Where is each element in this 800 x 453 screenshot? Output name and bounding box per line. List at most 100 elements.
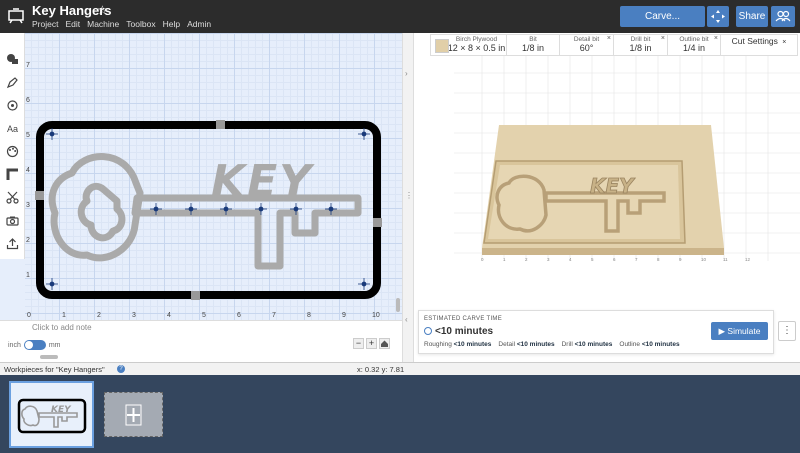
remove-detail-bit-icon[interactable]: × <box>607 35 611 42</box>
bit-value: 1/8 in <box>521 43 545 53</box>
y-tick: 5 <box>26 132 30 139</box>
drill-bit-value: 1/8 in <box>629 43 652 53</box>
bit-selector[interactable]: Bit 1/8 in <box>507 35 560 55</box>
menu-admin[interactable]: Admin <box>187 19 211 29</box>
favorite-star-icon[interactable]: ☆ <box>97 3 108 17</box>
share-button[interactable]: Share <box>736 6 768 27</box>
cut-settings-label: Cut Settings <box>731 36 778 46</box>
svg-text:6: 6 <box>613 257 616 262</box>
workpiece-thumbnail[interactable]: KEY <box>9 381 94 448</box>
collapse-right-icon[interactable]: › <box>405 69 408 78</box>
menu-edit[interactable]: Edit <box>65 19 80 29</box>
info-icon[interactable]: ? <box>117 365 125 373</box>
add-workpiece-button[interactable] <box>104 392 163 437</box>
x-tick: 7 <box>272 312 276 319</box>
detail-bit-label: Detail bit <box>573 36 600 43</box>
drill-bit-selector[interactable]: Drill bit 1/8 in × <box>614 35 668 55</box>
palette-tool-icon[interactable] <box>6 145 19 158</box>
material-swatch <box>435 39 449 53</box>
menu-machine[interactable]: Machine <box>87 19 119 29</box>
x-tick: 1 <box>62 312 66 319</box>
simulate-button[interactable]: ▶ Simulate <box>711 322 768 340</box>
pen-tool-icon[interactable] <box>6 76 19 89</box>
detail-bit-value: 60° <box>579 43 594 53</box>
y-tick: 1 <box>26 272 30 279</box>
zoom-in-button[interactable]: + <box>366 338 377 349</box>
carve-button[interactable]: Carve... <box>620 6 705 27</box>
menu-toolbox[interactable]: Toolbox <box>126 19 155 29</box>
svg-text:11: 11 <box>723 257 728 262</box>
top-bar: Key Hangers ☆ Project Edit Machine Toolb… <box>0 0 800 33</box>
import-tool-icon[interactable] <box>6 237 19 250</box>
svg-text:12: 12 <box>745 257 751 262</box>
y-tick: 6 <box>26 97 30 104</box>
thumbnail-key-text: KEY <box>51 405 72 415</box>
x-tick: 6 <box>237 312 241 319</box>
svg-text:9: 9 <box>679 257 682 262</box>
shapes-tool-icon[interactable] <box>6 52 19 65</box>
plus-icon <box>125 404 142 426</box>
unit-mm-label: mm <box>48 341 61 349</box>
x-tick: 3 <box>132 312 136 319</box>
outline-bit-value: 1/4 in <box>682 43 706 53</box>
collapse-left-icon[interactable]: ‹ <box>405 315 408 324</box>
y-tick: 4 <box>26 167 30 174</box>
drag-handle-icon[interactable]: ⋮ <box>405 191 413 200</box>
design-canvas[interactable]: 7 6 5 4 3 2 1 0 1 2 3 4 5 6 7 8 9 10 KEY <box>25 33 402 320</box>
remove-drill-bit-icon[interactable]: × <box>661 35 665 42</box>
corner-tool-icon[interactable] <box>6 168 19 181</box>
carve-time-breakdown: Roughing <10 minutes Detail <10 minutes … <box>424 341 680 348</box>
svg-text:5: 5 <box>591 257 594 262</box>
menu-help[interactable]: Help <box>163 19 180 29</box>
y-tick: 2 <box>26 237 30 244</box>
material-bits-bar: Birch Plywood 12 × 8 × 0.5 in Bit 1/8 in… <box>430 34 798 56</box>
carve-time-panel: ESTIMATED CARVE TIME <10 minutes Roughin… <box>418 310 774 354</box>
outline-bit-label: Outline bit <box>679 36 709 43</box>
outline-bit-selector[interactable]: Outline bit 1/4 in × <box>668 35 721 55</box>
unit-toggle[interactable]: inch mm <box>8 340 61 350</box>
zoom-out-button[interactable]: − <box>353 338 364 349</box>
add-note-link[interactable]: Click to add note <box>32 323 92 332</box>
x-tick: 8 <box>307 312 311 319</box>
svg-text:0: 0 <box>481 257 484 262</box>
tab-marker <box>35 191 44 200</box>
preview-x-ticks: 0 1 2 3 4 5 6 7 8 9 10 11 12 <box>481 257 751 262</box>
more-options-button[interactable]: ⋮ <box>778 321 796 341</box>
main-menu: Project Edit Machine Toolbox Help Admin <box>32 19 211 29</box>
tab-marker <box>373 218 382 227</box>
people-icon <box>775 10 791 22</box>
y-tick: 7 <box>26 62 30 69</box>
unit-switch[interactable] <box>23 340 46 350</box>
detail-bit-selector[interactable]: Detail bit 60° × <box>560 35 614 55</box>
collaborators-button[interactable] <box>771 6 795 27</box>
vertical-scrollbar[interactable] <box>396 298 400 312</box>
remove-outline-bit-icon[interactable]: × <box>714 35 718 42</box>
carve-time-label: ESTIMATED CARVE TIME <box>424 316 503 322</box>
target-tool-icon[interactable] <box>6 99 19 112</box>
material-selector[interactable]: Birch Plywood 12 × 8 × 0.5 in <box>431 35 507 55</box>
close-icon[interactable]: × <box>782 39 786 46</box>
svg-text:3: 3 <box>547 257 550 262</box>
home-view-button[interactable] <box>379 338 390 349</box>
x-axis-ticks: 0 1 2 3 4 5 6 7 8 9 10 <box>27 312 380 319</box>
easel-logo-icon <box>8 8 24 24</box>
unit-inch-label: inch <box>8 341 21 349</box>
svg-text:8: 8 <box>657 257 660 262</box>
x-tick: 9 <box>342 312 346 319</box>
x-tick: 5 <box>202 312 206 319</box>
key-text[interactable]: KEY <box>211 156 315 207</box>
scissors-tool-icon[interactable] <box>6 191 19 204</box>
panel-splitter[interactable]: › ⋮ ‹ <box>402 33 414 362</box>
text-tool-icon[interactable]: Aa <box>6 123 19 136</box>
svg-text:10: 10 <box>701 257 707 262</box>
x-tick: 0 <box>27 312 31 319</box>
cut-settings-button[interactable]: Cut Settings × <box>721 35 797 55</box>
move-button[interactable] <box>707 6 729 27</box>
menu-project[interactable]: Project <box>32 19 58 29</box>
workpieces-title: Workpieces for "Key Hangers" <box>4 365 105 374</box>
toolbar-spacer <box>0 259 25 320</box>
camera-tool-icon[interactable] <box>6 214 19 227</box>
y-tick: 3 <box>26 202 30 209</box>
home-icon <box>381 340 388 347</box>
horizontal-scrollbar[interactable] <box>40 355 58 359</box>
